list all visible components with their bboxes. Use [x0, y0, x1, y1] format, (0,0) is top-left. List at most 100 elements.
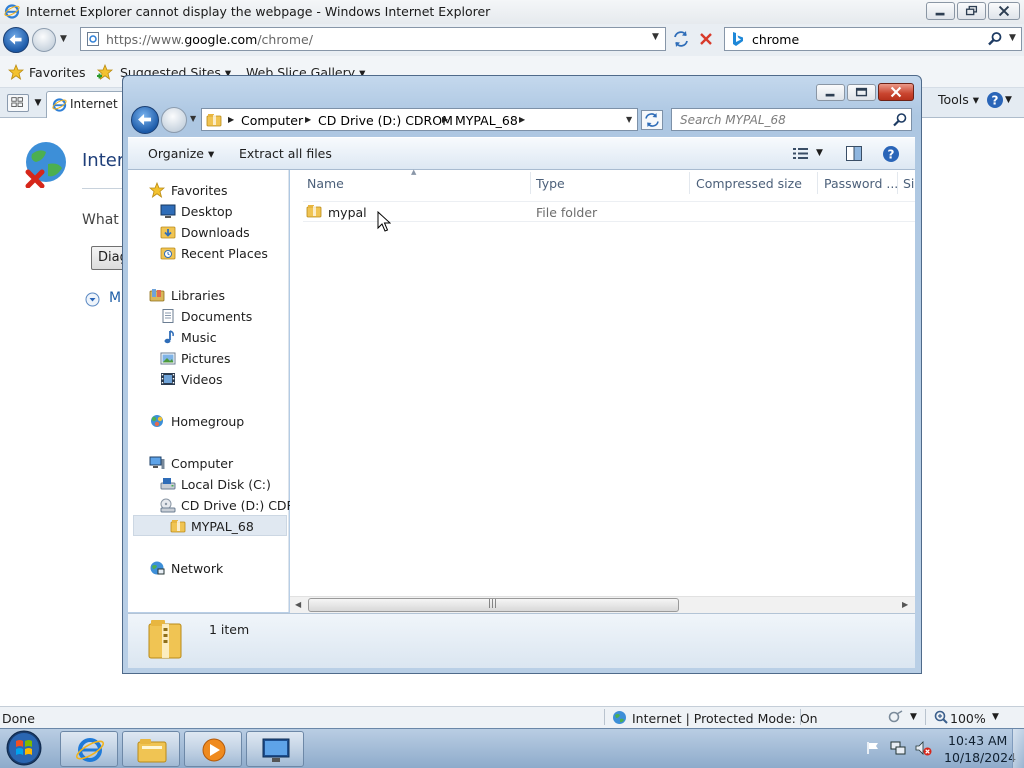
folder-icon: [170, 520, 186, 533]
stop-icon[interactable]: [697, 29, 715, 49]
explorer-minimize-button[interactable]: [816, 84, 845, 101]
column-header-size[interactable]: Si: [903, 176, 914, 191]
column-divider[interactable]: [689, 172, 690, 194]
explorer-maximize-button[interactable]: [847, 84, 876, 101]
ie-restore-button[interactable]: [957, 2, 986, 20]
breadcrumb-separator-icon[interactable]: ▶: [442, 115, 448, 124]
ie-close-button[interactable]: [988, 2, 1020, 20]
favorites-button[interactable]: Favorites: [29, 65, 85, 80]
help-icon[interactable]: ?: [882, 145, 900, 163]
explorer-forward-button[interactable]: [161, 107, 187, 133]
recent-pages-dropdown-icon[interactable]: ▼: [190, 114, 196, 123]
ie-history-dropdown-icon[interactable]: ▼: [60, 34, 67, 44]
nav-label: Downloads: [181, 225, 250, 240]
refresh-icon[interactable]: [671, 29, 691, 49]
folder-icon: [137, 739, 167, 763]
breadcrumb-separator-icon[interactable]: ▶: [519, 115, 525, 124]
column-divider[interactable]: [897, 172, 898, 194]
taskbar-windows-explorer[interactable]: [122, 731, 180, 767]
network-icon[interactable]: [890, 740, 906, 756]
ie-forward-button[interactable]: [32, 28, 56, 52]
explorer-close-button[interactable]: [878, 83, 914, 101]
table-row[interactable]: [303, 201, 915, 222]
show-desktop-button[interactable]: [1012, 729, 1024, 768]
nav-label: Favorites: [171, 183, 228, 198]
more-information-link[interactable]: M: [109, 290, 121, 306]
ie-search-input[interactable]: chrome: [752, 32, 799, 47]
tab-list-dropdown-icon[interactable]: ▼: [32, 94, 44, 112]
explorer-refresh-button[interactable]: [641, 110, 663, 130]
hard-disk-icon: [160, 478, 176, 490]
scroll-right-arrow-icon[interactable]: ▶: [902, 600, 908, 609]
taskbar-media-player[interactable]: [184, 731, 242, 767]
ie-search-box[interactable]: chrome ▼: [724, 27, 1022, 51]
change-view-icon[interactable]: [792, 146, 810, 161]
taskbar-internet-explorer[interactable]: [60, 731, 118, 767]
status-divider: [925, 709, 926, 725]
clock-time[interactable]: 10:43 AM: [948, 733, 1007, 748]
column-divider[interactable]: [817, 172, 818, 194]
zoom-icon[interactable]: [934, 710, 948, 724]
breadcrumb-computer[interactable]: Computer: [241, 113, 303, 128]
action-center-flag-icon[interactable]: [866, 741, 880, 755]
extract-all-files-button[interactable]: Extract all files: [239, 146, 332, 161]
quick-tabs-button[interactable]: [7, 94, 29, 112]
mouse-cursor-icon: [377, 211, 391, 232]
breadcrumb-separator-icon[interactable]: ▶: [305, 115, 311, 124]
column-header-compressed-size[interactable]: Compressed size: [696, 176, 802, 191]
ie-address-bar[interactable]: https://www.google.com/chrome/ ▼: [80, 27, 666, 51]
tools-menu-button[interactable]: Tools ▾: [938, 92, 979, 107]
preview-pane-icon[interactable]: [845, 145, 863, 162]
libraries-icon: [149, 289, 165, 302]
column-divider[interactable]: [530, 172, 531, 194]
add-to-favorites-bar-icon[interactable]: [96, 64, 114, 80]
taskbar-remote-desktop[interactable]: [246, 731, 304, 767]
expand-more-icon[interactable]: [85, 292, 100, 307]
column-header-password[interactable]: Password ...: [824, 176, 898, 191]
clock-date[interactable]: 10/18/2024: [944, 750, 1016, 765]
column-header-type[interactable]: Type: [536, 176, 565, 191]
ie-back-button[interactable]: [3, 27, 29, 53]
ie-minimize-button[interactable]: [926, 2, 955, 20]
file-name[interactable]: mypal: [328, 205, 367, 220]
explorer-address-bar[interactable]: ▶ Computer ▶ CD Drive (D:) CDROM ▶ MYPAL…: [201, 108, 638, 131]
start-button-windows-icon[interactable]: [3, 729, 45, 767]
breadcrumb-mypal[interactable]: MYPAL_68: [455, 113, 518, 128]
ie-address-text[interactable]: https://www.google.com/chrome/: [106, 32, 313, 47]
desktop-icon: [160, 204, 176, 218]
ie-address-dropdown-icon[interactable]: ▼: [652, 32, 659, 42]
view-options-dropdown-icon[interactable]: ▼: [816, 148, 823, 158]
zoom-dropdown-icon[interactable]: ▼: [992, 712, 999, 722]
scroll-left-arrow-icon[interactable]: ◀: [295, 600, 301, 609]
help-dropdown-icon[interactable]: ▼: [1005, 95, 1012, 105]
file-type: File folder: [536, 205, 598, 220]
media-player-icon: [202, 738, 226, 762]
security-zone-status[interactable]: Internet | Protected Mode: On: [632, 711, 818, 726]
file-list: [290, 170, 915, 596]
security-reports-icon[interactable]: [888, 710, 904, 724]
homegroup-icon: [151, 415, 163, 427]
favorites-star-icon: [149, 182, 165, 198]
help-icon[interactable]: ?: [986, 91, 1004, 109]
breadcrumb-separator-icon[interactable]: ▶: [228, 115, 234, 124]
favorites-star-icon[interactable]: [8, 64, 24, 80]
refresh-icon: [645, 113, 659, 127]
explorer-search-input[interactable]: Search MYPAL_68: [680, 113, 786, 127]
security-dropdown-icon[interactable]: ▼: [910, 712, 917, 722]
computer-icon: [149, 456, 165, 469]
page-icon: [87, 32, 99, 46]
nav-label: Desktop: [181, 204, 233, 219]
search-icon[interactable]: [987, 31, 1003, 47]
ie-search-dropdown-icon[interactable]: ▼: [1009, 33, 1016, 43]
zoom-level[interactable]: 100%: [950, 711, 986, 726]
breadcrumb-cd-drive[interactable]: CD Drive (D:) CDROM: [318, 113, 453, 128]
search-icon[interactable]: [892, 112, 908, 128]
sort-ascending-icon: ▲: [411, 168, 417, 176]
column-header-name[interactable]: Name: [307, 176, 344, 191]
organize-button[interactable]: Organize ▾: [148, 146, 214, 161]
explorer-back-button[interactable]: [131, 106, 159, 134]
address-history-dropdown-icon[interactable]: ▼: [626, 115, 632, 124]
nav-label: Homegroup: [171, 414, 245, 429]
volume-muted-icon[interactable]: [914, 740, 932, 756]
explorer-search-box[interactable]: Search MYPAL_68: [671, 108, 912, 131]
